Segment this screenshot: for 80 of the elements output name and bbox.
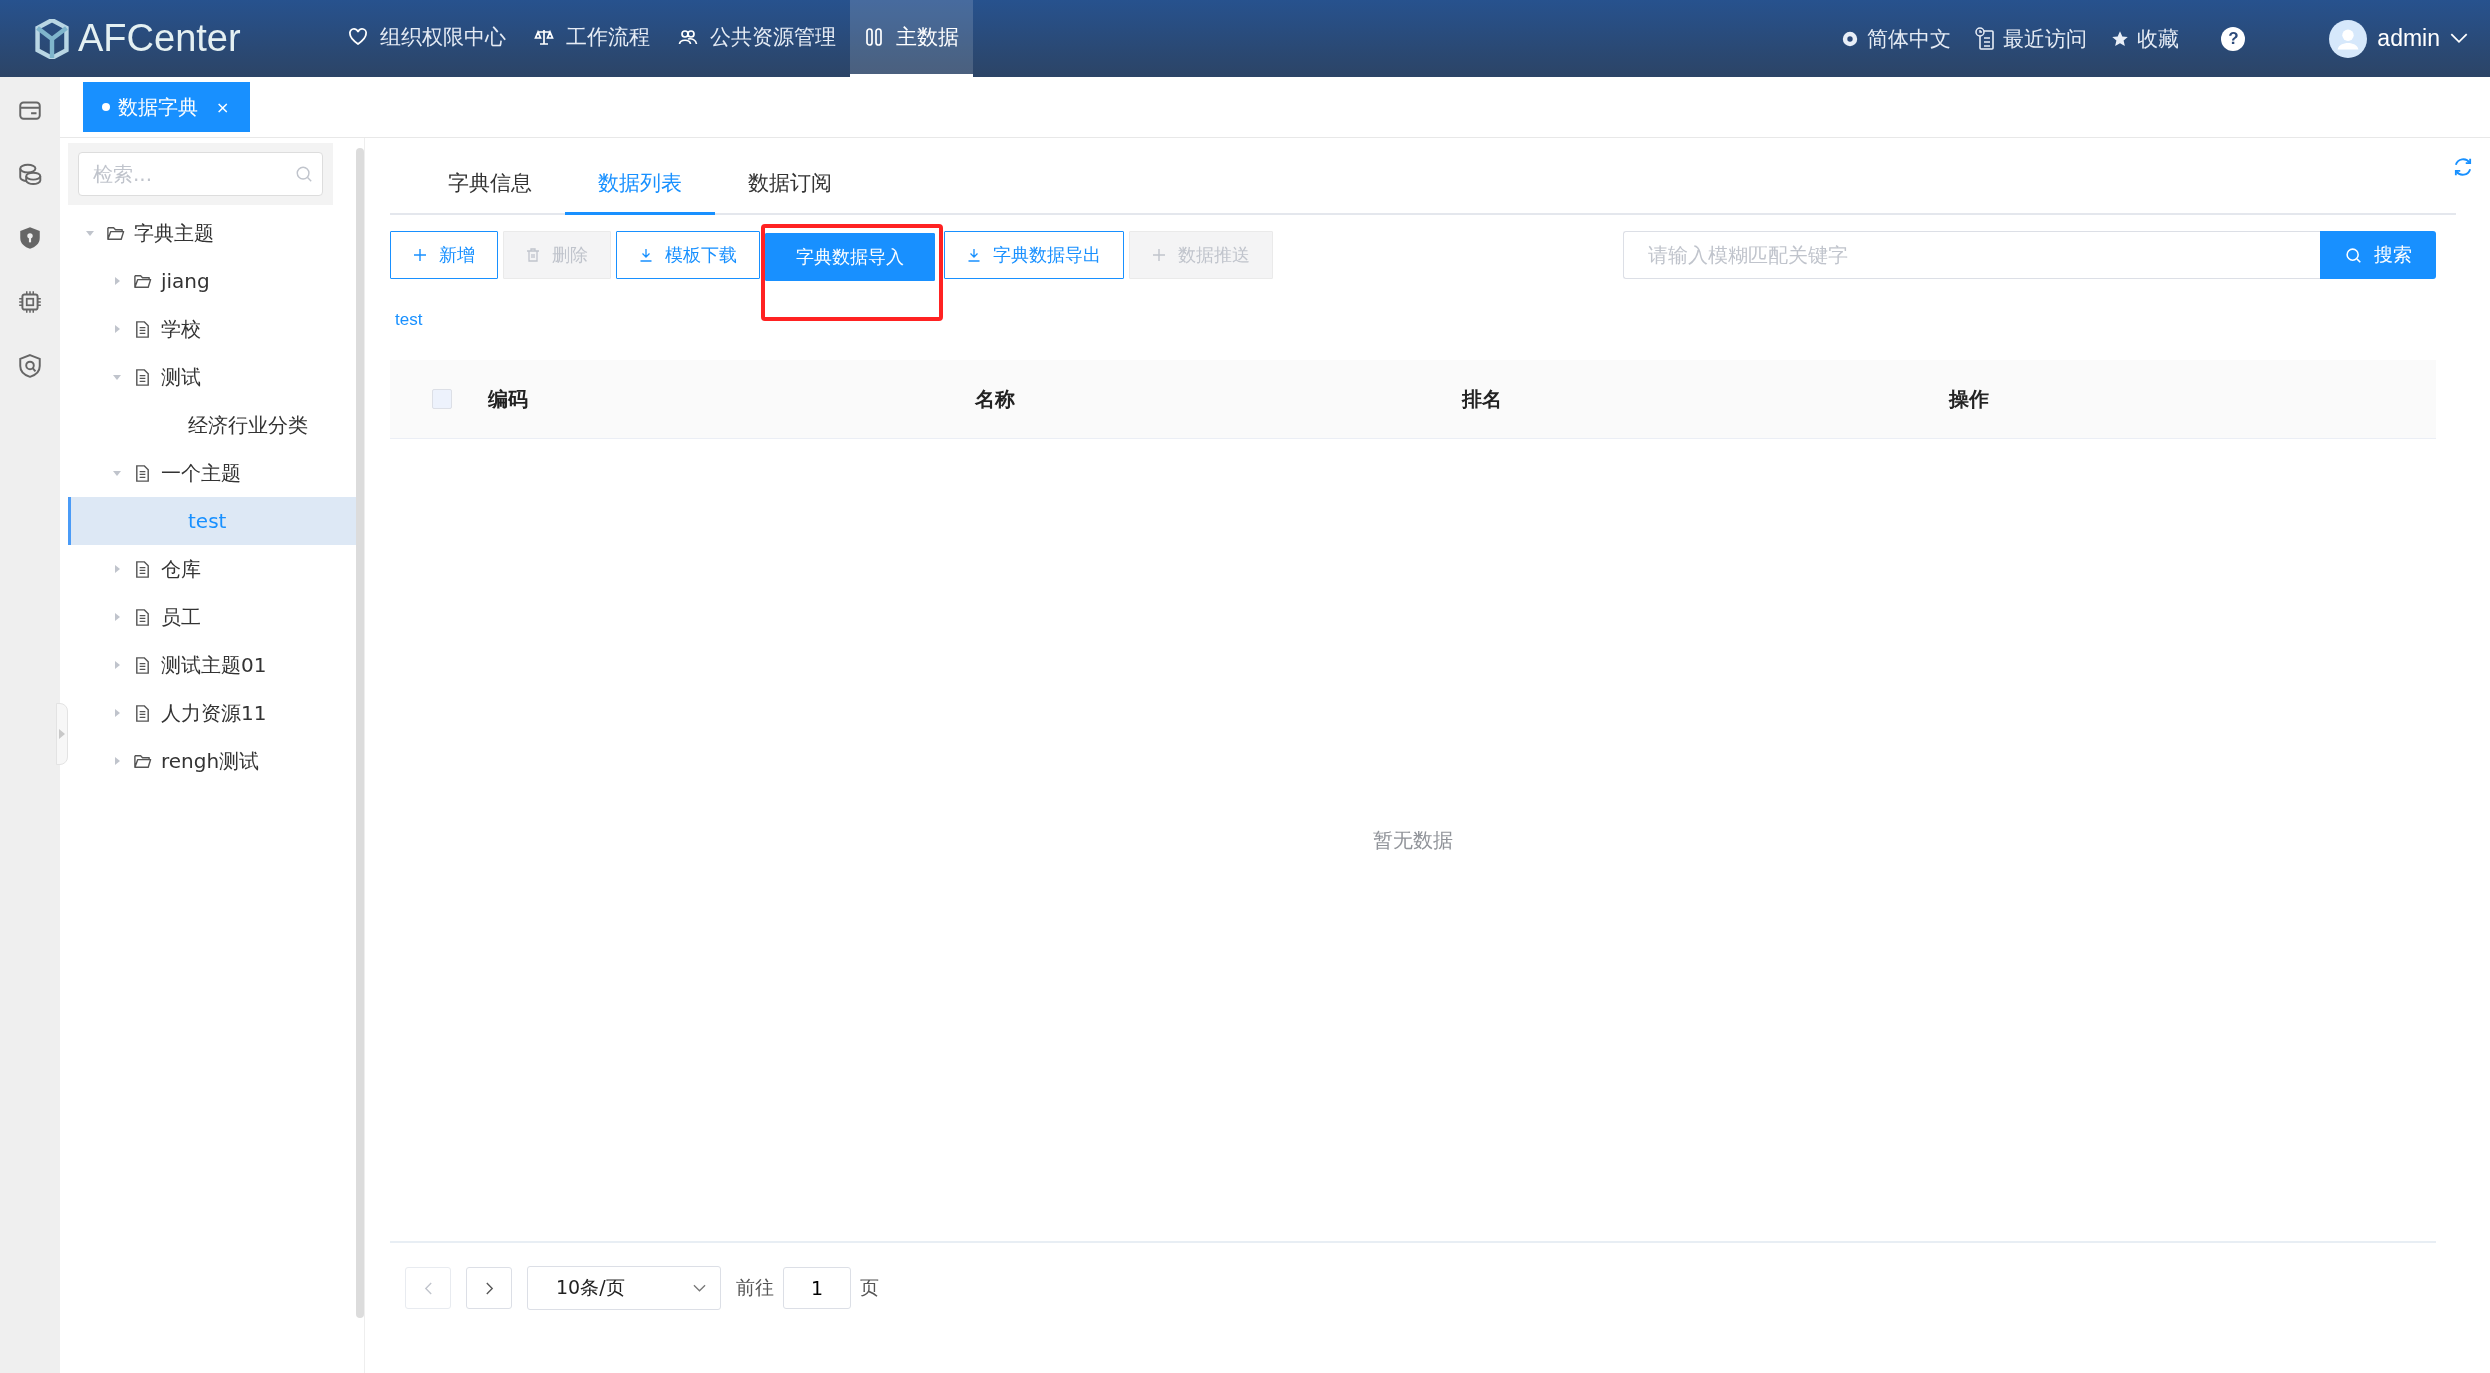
nav-tab[interactable]: 组织权限中心	[334, 0, 520, 77]
empty-message: 暂无数据	[1373, 826, 1453, 854]
caret-icon[interactable]	[112, 708, 122, 718]
tree-item[interactable]: 学校	[68, 305, 358, 353]
header-link[interactable]: 简体中文	[1841, 24, 1952, 53]
column-header: 排名	[1462, 385, 1502, 413]
plus-icon	[413, 248, 427, 262]
user-name[interactable]: admin	[2377, 25, 2440, 52]
history-icon	[1975, 26, 1996, 51]
page-unit-label: 页	[860, 1275, 879, 1300]
caret-icon[interactable]	[112, 276, 122, 286]
help-button[interactable]: ?	[2221, 26, 2246, 51]
document-icon	[133, 367, 152, 387]
download-icon	[639, 248, 653, 262]
tree-item[interactable]: 员工	[68, 593, 358, 641]
plus-icon	[1152, 248, 1166, 262]
chevron-right-icon	[484, 1281, 494, 1295]
document-icon	[133, 607, 152, 627]
scale-icon	[534, 27, 554, 47]
caret-icon[interactable]	[112, 660, 122, 670]
caret-icon[interactable]	[112, 372, 122, 382]
caret-icon	[58, 728, 66, 740]
tree-item[interactable]: 一个主题	[68, 449, 358, 497]
column-header: 编码	[488, 385, 528, 413]
select-all-checkbox[interactable]	[431, 389, 452, 409]
caret-icon[interactable]	[112, 324, 122, 334]
download-icon	[967, 248, 981, 262]
caret-icon[interactable]	[112, 756, 122, 766]
document-icon	[133, 319, 152, 339]
keyword-search-field[interactable]: 请输入模糊匹配关键字	[1623, 231, 2320, 279]
content-tab[interactable]: 字典信息	[415, 165, 565, 215]
tree-item[interactable]: rengh测试	[68, 737, 358, 785]
tree-item[interactable]: 仓库	[68, 545, 358, 593]
prev-page-button[interactable]	[405, 1267, 451, 1309]
header-link[interactable]: 最近访问	[1975, 24, 2088, 53]
goto-label: 前往	[736, 1275, 774, 1300]
caret-icon[interactable]	[112, 564, 122, 574]
document-icon	[133, 559, 152, 579]
tree-item[interactable]: jiang	[68, 257, 358, 305]
caret-icon[interactable]	[85, 228, 95, 238]
document-icon	[133, 703, 152, 723]
search-icon	[295, 165, 313, 183]
users-icon	[678, 27, 698, 47]
tree-item[interactable]: 字典主题	[68, 209, 358, 257]
app-logo: AFCenter	[78, 17, 241, 60]
tree-item[interactable]: 测试	[68, 353, 358, 401]
header-link[interactable]: 收藏	[2111, 24, 2180, 53]
next-page-button[interactable]	[466, 1267, 512, 1309]
collapse-handle[interactable]	[56, 703, 68, 765]
chevron-left-icon	[423, 1281, 433, 1295]
content-tab[interactable]: 数据订阅	[715, 165, 865, 215]
column-header: 名称	[975, 385, 1015, 413]
tree-item[interactable]: 测试主题01	[68, 641, 358, 689]
page-number-field[interactable]: 1	[783, 1267, 851, 1309]
nav-tab[interactable]: 公共资源管理	[664, 0, 850, 77]
nav-tab[interactable]: 工作流程	[520, 0, 664, 77]
caret-icon[interactable]	[112, 612, 122, 622]
coins-icon[interactable]	[17, 161, 43, 187]
shield-key-icon[interactable]	[17, 225, 43, 251]
caret-icon[interactable]	[112, 468, 122, 478]
heart-icon	[348, 27, 368, 47]
logo-icon	[34, 18, 70, 59]
star-icon	[2111, 29, 2130, 48]
tree-item[interactable]: 人力资源11	[68, 689, 358, 737]
search-icon	[2344, 246, 2362, 264]
document-icon	[133, 655, 152, 675]
chip-icon[interactable]	[17, 289, 43, 315]
page-size-select[interactable]: 10条/页	[527, 1266, 721, 1310]
shield-search-icon[interactable]	[17, 353, 43, 379]
tree-search-field[interactable]: 检索...	[78, 152, 323, 196]
chevron-down-icon	[693, 1284, 706, 1292]
refresh-icon[interactable]	[2452, 156, 2474, 178]
trash-icon	[526, 248, 540, 262]
tree-item[interactable]: 经济行业分类	[68, 401, 358, 449]
nav-tab[interactable]: 主数据	[850, 0, 973, 77]
document-icon	[133, 463, 152, 483]
avatar-icon[interactable]	[2329, 19, 2368, 58]
chevron-down-icon[interactable]	[2450, 33, 2468, 44]
scrollbar[interactable]	[356, 148, 364, 1318]
column-header: 操作	[1949, 385, 1989, 413]
